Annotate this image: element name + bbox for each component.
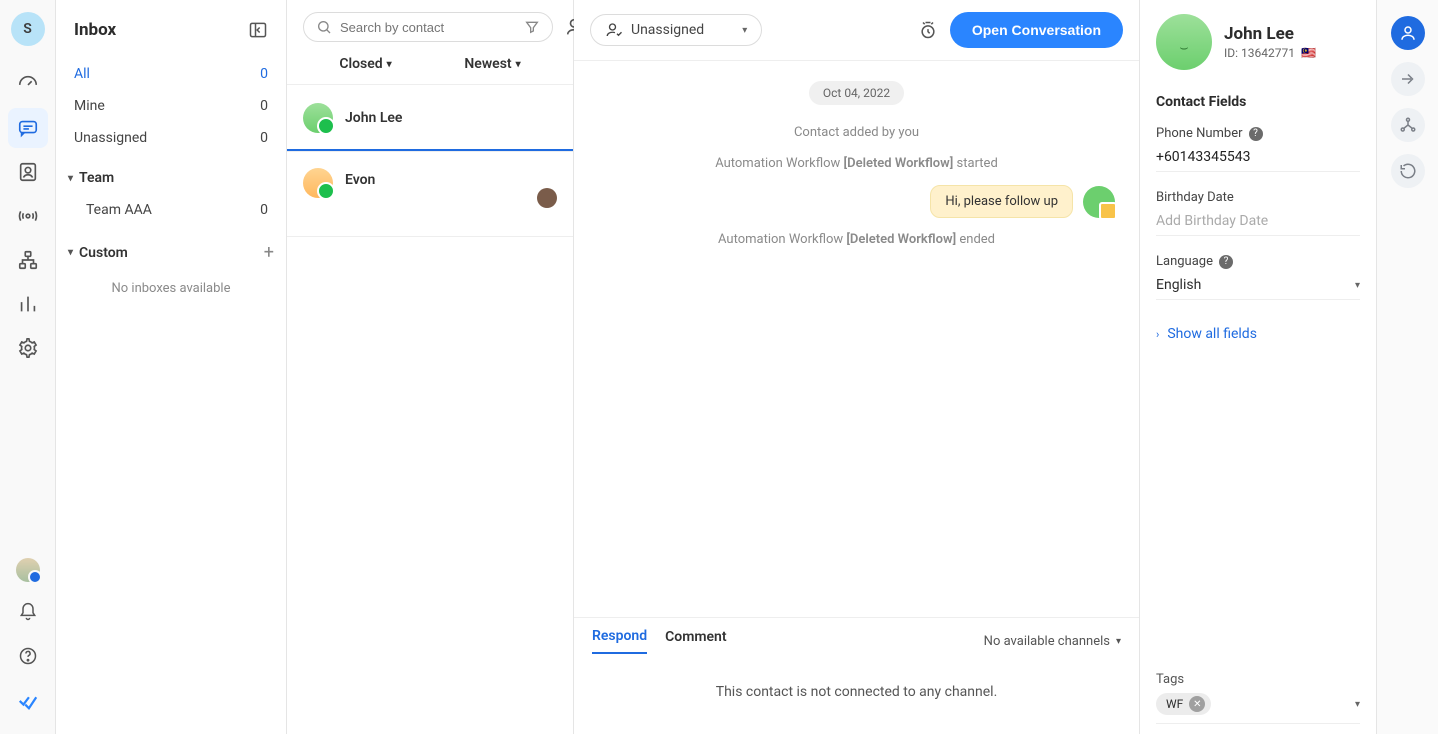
message-bubble: Hi, please follow up — [930, 185, 1073, 218]
sender-avatar-icon — [1083, 186, 1115, 218]
team-section-toggle[interactable]: ▾ Team — [68, 162, 274, 194]
system-event-contact-added: Contact added by you — [794, 125, 919, 140]
team-item-aaa[interactable]: Team AAA0 — [68, 194, 274, 226]
language-field-label: Language ? — [1156, 254, 1360, 269]
inbox-nav-icon[interactable] — [8, 108, 48, 148]
inbox-item-all[interactable]: All0 — [68, 58, 274, 90]
status-filter-dropdown[interactable]: Closed▾ — [339, 56, 391, 72]
chevron-down-icon: ▾ — [516, 59, 521, 70]
contact-fields-heading: Contact Fields — [1156, 94, 1360, 110]
chevron-down-icon: ▾ — [387, 59, 392, 70]
tab-respond[interactable]: Respond — [592, 628, 647, 654]
contact-details-panel: John Lee ID: 13642771 🇲🇾 Contact Fields … — [1140, 0, 1376, 734]
search-input-wrapper[interactable] — [303, 12, 553, 42]
tag-pill: WF ✕ — [1156, 693, 1211, 715]
conversation-item[interactable]: John Lee — [287, 84, 573, 151]
sort-filter-dropdown[interactable]: Newest▾ — [464, 56, 520, 72]
message-row: Hi, please follow up — [598, 185, 1115, 218]
brand-logo-icon — [8, 680, 48, 720]
left-nav-rail: S — [0, 0, 56, 734]
snooze-icon[interactable] — [918, 20, 938, 40]
system-event-workflow-start: Automation Workflow [Deleted Workflow] s… — [715, 156, 998, 171]
workflow-nav-icon[interactable] — [8, 240, 48, 280]
custom-section-toggle[interactable]: ▾ Custom + — [68, 234, 274, 271]
phone-field-label: Phone Number ? — [1156, 126, 1360, 141]
chevron-down-icon[interactable]: ▾ — [1355, 699, 1360, 710]
composer-empty-text: This contact is not connected to any cha… — [574, 654, 1139, 734]
chevron-down-icon: ▾ — [742, 25, 747, 36]
add-custom-inbox-icon[interactable]: + — [264, 242, 274, 263]
contact-name: John Lee — [1224, 24, 1316, 44]
tags-label: Tags — [1156, 672, 1360, 687]
country-flag-icon: 🇲🇾 — [1301, 46, 1316, 60]
contact-details-tab-icon[interactable] — [1391, 16, 1425, 50]
merge-tab-icon[interactable] — [1391, 62, 1425, 96]
conversation-name: John Lee — [345, 110, 402, 126]
assignee-dropdown[interactable]: Unassigned ▾ — [590, 14, 762, 46]
birthday-field-input[interactable]: Add Birthday Date — [1156, 213, 1360, 236]
tag-remove-icon[interactable]: ✕ — [1189, 696, 1205, 712]
info-tooltip-icon[interactable]: ? — [1219, 255, 1233, 269]
conversation-list-column: Closed▾ Newest▾ John Lee Evon — [287, 0, 574, 734]
settings-nav-icon[interactable] — [8, 328, 48, 368]
assignee-mini-avatar — [537, 188, 557, 208]
notifications-icon[interactable] — [8, 592, 48, 632]
open-conversation-button[interactable]: Open Conversation — [950, 12, 1123, 48]
birthday-field-label: Birthday Date — [1156, 190, 1360, 205]
activity-tab-icon[interactable] — [1391, 154, 1425, 188]
chevron-down-icon: ▾ — [1116, 636, 1121, 647]
contact-avatar-icon — [303, 103, 333, 133]
contact-id: ID: 13642771 🇲🇾 — [1224, 46, 1316, 60]
contact-avatar-icon — [303, 168, 333, 198]
inbox-item-unassigned[interactable]: Unassigned0 — [68, 122, 274, 154]
custom-empty-text: No inboxes available — [68, 271, 274, 296]
broadcast-nav-icon[interactable] — [8, 196, 48, 236]
contacts-nav-icon[interactable] — [8, 152, 48, 192]
workspace-avatar[interactable]: S — [11, 12, 45, 46]
chevron-right-icon: › — [1156, 328, 1159, 341]
system-event-workflow-end: Automation Workflow [Deleted Workflow] e… — [718, 232, 995, 247]
info-tooltip-icon[interactable]: ? — [1249, 127, 1263, 141]
inbox-title: Inbox — [74, 20, 116, 40]
filter-icon[interactable] — [524, 19, 540, 35]
inbox-item-mine[interactable]: Mine0 — [68, 90, 274, 122]
help-icon[interactable] — [8, 636, 48, 676]
dashboard-nav-icon[interactable] — [8, 64, 48, 104]
conversation-item[interactable]: Evon — [287, 151, 573, 237]
right-action-rail — [1376, 0, 1438, 734]
channels-tab-icon[interactable] — [1391, 108, 1425, 142]
reports-nav-icon[interactable] — [8, 284, 48, 324]
user-check-icon — [605, 21, 623, 39]
search-input[interactable] — [340, 20, 516, 35]
tags-input[interactable]: WF ✕ ▾ — [1156, 693, 1360, 724]
chevron-down-icon: ▾ — [1355, 280, 1360, 291]
chat-date-pill: Oct 04, 2022 — [809, 81, 904, 105]
inbox-sidebar: Inbox All0 Mine0 Unassigned0 ▾ Team Team… — [56, 0, 287, 734]
search-icon — [316, 19, 332, 35]
collapse-sidebar-icon[interactable] — [248, 20, 268, 40]
conversation-name: Evon — [345, 172, 375, 188]
language-select[interactable]: English ▾ — [1156, 277, 1360, 300]
show-all-fields-toggle[interactable]: › Show all fields — [1156, 322, 1360, 346]
phone-field-value[interactable]: +60143345543 — [1156, 149, 1360, 172]
contact-avatar-large[interactable] — [1156, 14, 1212, 70]
tab-comment[interactable]: Comment — [665, 629, 726, 653]
chat-pane: Unassigned ▾ Open Conversation Oct 04, 2… — [574, 0, 1140, 734]
agent-avatar-icon[interactable] — [16, 558, 40, 582]
channel-selector-dropdown[interactable]: No available channels ▾ — [984, 634, 1121, 649]
